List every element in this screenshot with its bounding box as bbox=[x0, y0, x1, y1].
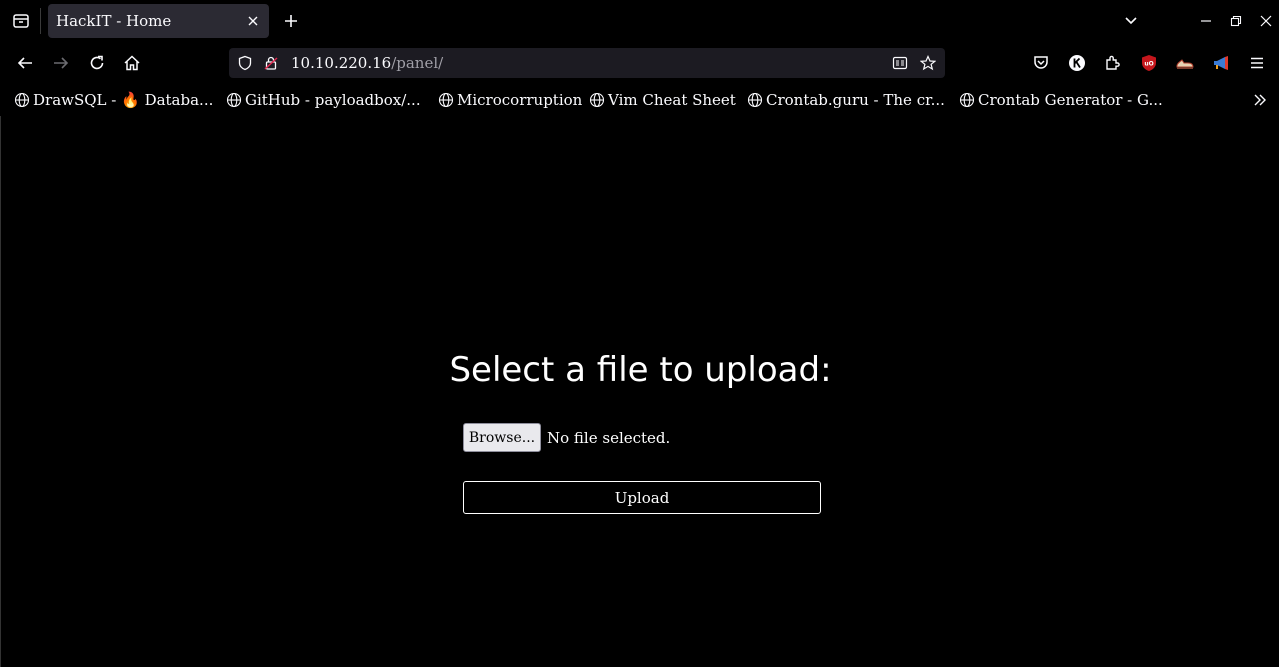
menu-icon[interactable] bbox=[1247, 53, 1267, 73]
insecure-lock-icon[interactable] bbox=[263, 55, 279, 71]
plus-icon[interactable] bbox=[280, 10, 302, 32]
globe-icon bbox=[226, 92, 242, 108]
bookmark-label: Crontab Generator - G... bbox=[978, 91, 1163, 109]
nav-bar: 10.10.220.16/panel/ uO bbox=[0, 42, 1279, 84]
upload-button[interactable]: Upload bbox=[463, 481, 821, 514]
reader-view-icon[interactable] bbox=[892, 55, 908, 71]
megaphone-extension-icon[interactable] bbox=[1211, 53, 1231, 73]
bookmark-label: Microcorruption bbox=[457, 91, 583, 109]
globe-icon bbox=[747, 92, 763, 108]
close-icon[interactable] bbox=[245, 13, 261, 29]
file-status-text: No file selected. bbox=[547, 428, 671, 447]
bookmarks-bar: DrawSQL - 🔥 Databa... GitHub - payloadbo… bbox=[0, 84, 1279, 116]
bookmark-item[interactable]: GitHub - payloadbox/... bbox=[226, 90, 421, 110]
window-close-icon[interactable] bbox=[1255, 10, 1277, 32]
reload-icon[interactable] bbox=[85, 51, 109, 75]
url-text[interactable]: 10.10.220.16/panel/ bbox=[291, 54, 443, 72]
bookmark-item[interactable]: Vim Cheat Sheet bbox=[589, 90, 736, 110]
page-content: Select a file to upload: Browse... No fi… bbox=[0, 116, 1279, 667]
svg-text:uO: uO bbox=[1144, 61, 1153, 68]
shield-icon[interactable] bbox=[237, 55, 253, 71]
home-icon[interactable] bbox=[120, 51, 144, 75]
minimize-icon[interactable] bbox=[1195, 10, 1217, 32]
tab-list-icon[interactable] bbox=[9, 9, 33, 33]
bookmark-label: Vim Cheat Sheet bbox=[608, 91, 736, 109]
bookmark-item[interactable]: Crontab Generator - G... bbox=[959, 90, 1163, 110]
extensions-icon[interactable] bbox=[1103, 53, 1123, 73]
restore-icon[interactable] bbox=[1225, 10, 1247, 32]
tab-title: HackIT - Home bbox=[56, 12, 172, 30]
k-extension-icon[interactable] bbox=[1067, 53, 1087, 73]
bookmark-label: Crontab.guru - The cr... bbox=[766, 91, 945, 109]
ublock-icon[interactable]: uO bbox=[1139, 53, 1159, 73]
bookmark-item[interactable]: DrawSQL - 🔥 Databa... bbox=[14, 90, 213, 110]
bookmark-item[interactable]: Crontab.guru - The cr... bbox=[747, 90, 945, 110]
globe-icon bbox=[438, 92, 454, 108]
tab-separator bbox=[40, 8, 41, 34]
tab-active[interactable]: HackIT - Home bbox=[48, 4, 269, 38]
url-path: /panel/ bbox=[391, 54, 444, 72]
bookmark-item[interactable]: Microcorruption bbox=[438, 90, 582, 110]
bookmark-label: GitHub - payloadbox/... bbox=[245, 91, 421, 109]
browse-button[interactable]: Browse... bbox=[463, 423, 541, 452]
file-input[interactable]: Browse... No file selected. bbox=[463, 423, 670, 452]
tab-bar: HackIT - Home bbox=[0, 0, 1279, 42]
forward-arrow-icon[interactable] bbox=[49, 51, 73, 75]
sneaker-extension-icon[interactable] bbox=[1175, 53, 1195, 73]
pocket-icon[interactable] bbox=[1031, 53, 1051, 73]
chevron-double-right-icon[interactable] bbox=[1250, 90, 1270, 110]
chevron-down-icon[interactable] bbox=[1120, 10, 1142, 32]
globe-icon bbox=[959, 92, 975, 108]
star-icon[interactable] bbox=[920, 55, 936, 71]
url-bar[interactable]: 10.10.220.16/panel/ bbox=[229, 48, 945, 78]
globe-icon bbox=[589, 92, 605, 108]
back-arrow-icon[interactable] bbox=[13, 51, 37, 75]
globe-icon bbox=[14, 92, 30, 108]
page-title: Select a file to upload: bbox=[449, 350, 832, 390]
bookmark-label: DrawSQL - 🔥 Databa... bbox=[33, 91, 214, 109]
url-host: 10.10.220.16 bbox=[291, 54, 392, 72]
